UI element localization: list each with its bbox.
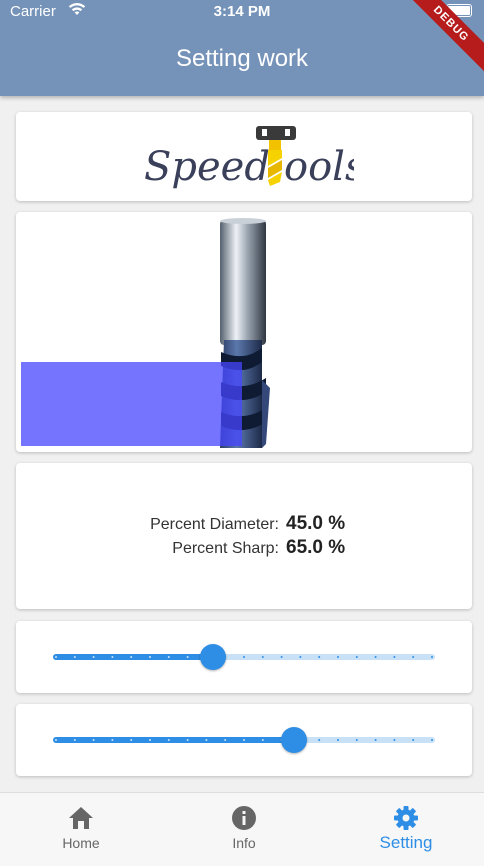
slider-tick	[393, 739, 396, 741]
slider-tick	[92, 656, 95, 658]
slider-tick	[393, 656, 396, 658]
slider-tick	[243, 739, 245, 741]
nav-item-home[interactable]: Home	[31, 805, 131, 851]
slider-tick	[412, 656, 415, 658]
nav-item-info[interactable]: Info	[194, 805, 294, 851]
nav-label-home: Home	[62, 835, 100, 851]
info-value-sharp: 65.0 %	[286, 537, 346, 558]
status-bar: Carrier 3:14 PM	[0, 0, 484, 24]
info-value-diameter: 45.0 %	[286, 513, 346, 534]
cut-depth-overlay	[21, 362, 242, 446]
diameter-slider-card	[16, 621, 472, 693]
slider-tick-marks	[55, 656, 433, 658]
info-row-sharp: Percent Sharp: 65.0 %	[16, 537, 472, 561]
nav-label-setting: Setting	[379, 833, 433, 852]
slider-tick	[55, 739, 57, 741]
slider-tick	[318, 739, 321, 741]
slider-thumb[interactable]	[281, 727, 307, 753]
home-icon	[69, 807, 93, 829]
info-rows: Percent Diameter: 45.0 % Percent Sharp: …	[16, 513, 472, 561]
slider-tick	[149, 656, 151, 658]
slider-tick	[167, 656, 170, 658]
slider-tick	[205, 739, 208, 741]
slider-tick	[167, 739, 170, 741]
slider-thumb[interactable]	[200, 644, 226, 670]
info-label-diameter: Percent Diameter:	[150, 516, 279, 533]
logo-text-right: ools	[284, 144, 354, 190]
slider-tick	[73, 656, 76, 658]
slider-tick	[261, 656, 264, 658]
slider-tick	[355, 656, 358, 658]
slider-tick	[186, 739, 189, 741]
nav-item-setting[interactable]: Setting	[356, 805, 456, 853]
bottom-nav: Home Info Setting	[0, 792, 484, 866]
slider-tick	[374, 739, 377, 741]
slider-tick	[111, 656, 114, 658]
slider-tick	[224, 739, 227, 741]
info-label-sharp: Percent Sharp:	[172, 540, 279, 557]
info-row-diameter: Percent Diameter: 45.0 %	[16, 513, 472, 537]
slider-tick	[318, 656, 321, 658]
info-card: Percent Diameter: 45.0 % Percent Sharp: …	[16, 463, 472, 609]
logo-card: Speed ools	[16, 112, 472, 201]
slider-tick	[374, 656, 377, 658]
tool-preview-card	[16, 212, 472, 452]
slider-tick	[55, 656, 57, 658]
diameter-slider[interactable]	[53, 644, 435, 670]
sharp-slider[interactable]	[53, 727, 435, 753]
gear-icon	[394, 806, 418, 830]
slider-tick	[280, 656, 283, 658]
slider-tick	[243, 656, 245, 658]
speedtools-logo: Speed ools	[144, 122, 365, 199]
logo-text-left: Speed	[144, 144, 270, 190]
slider-tick	[130, 739, 133, 741]
slider-tick	[355, 739, 358, 741]
slider-tick	[431, 739, 433, 741]
nav-label-info: Info	[232, 835, 256, 851]
slider-tick	[299, 656, 302, 658]
slider-tick	[337, 656, 339, 658]
sharp-slider-card	[16, 704, 472, 776]
info-icon	[232, 806, 256, 830]
status-time: 3:14 PM	[213, 3, 271, 20]
slider-tick	[431, 656, 433, 658]
slider-tick	[111, 739, 114, 741]
slider-tick	[412, 739, 415, 741]
slider-tick	[186, 656, 189, 658]
slider-tick	[73, 739, 76, 741]
slider-tick	[92, 739, 95, 741]
slider-tick	[130, 656, 133, 658]
slider-tick-marks	[55, 739, 433, 741]
slider-tick	[261, 739, 264, 741]
slider-tick	[337, 739, 339, 741]
slider-tick	[149, 739, 151, 741]
page-title: Setting work	[175, 45, 309, 72]
